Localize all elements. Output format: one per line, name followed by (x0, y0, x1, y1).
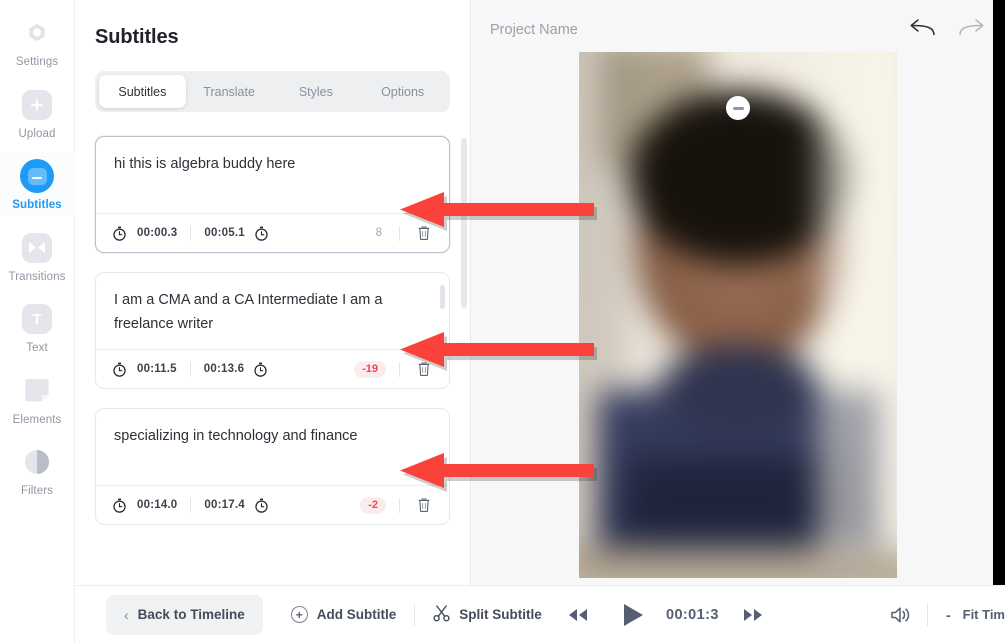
end-time-value[interactable]: 00:17.4 (204, 499, 244, 511)
sidebar-item-label: Settings (15, 56, 59, 68)
sidebar-item-filters[interactable]: Filters (0, 439, 75, 502)
subtitle-card-footer: 00:00.3 00:05.1 8 (96, 213, 449, 252)
end-time-clock-icon (254, 498, 269, 513)
sidebar-item-transitions[interactable]: Transitions (0, 225, 75, 288)
app-root: Settings Upload Subtitles Transitions T … (0, 0, 1005, 643)
add-subtitle-button[interactable]: + Add Subtitle (279, 595, 409, 635)
subtitle-text-input[interactable]: hi this is algebra buddy here (96, 137, 449, 213)
start-time-clock-icon (112, 226, 127, 241)
subtitle-list-scrollbar[interactable] (461, 138, 467, 586)
redo-arrow-icon[interactable] (957, 18, 987, 46)
chevron-left-icon: ‹ (124, 606, 129, 623)
sidebar-item-label: Filters (20, 485, 53, 497)
end-time-value[interactable]: 00:05.1 (204, 227, 244, 239)
subtitles-panel: Subtitles Subtitles Translate Styles Opt… (75, 0, 471, 643)
plus-circle-icon: + (290, 606, 308, 623)
divider (399, 497, 400, 513)
preview-area: Project Name (471, 0, 1005, 643)
filters-icon (20, 445, 54, 479)
drag-handle-icon[interactable] (726, 96, 750, 120)
sidebar-item-elements[interactable]: Elements (0, 368, 75, 431)
transport-controls: 00:01:3 (558, 595, 773, 635)
bottom-toolbar: ‹ Back to Timeline + Add Subtitle Split … (75, 585, 1005, 643)
divider (190, 497, 192, 513)
start-time-value[interactable]: 00:11.5 (137, 363, 177, 375)
fast-forward-icon[interactable] (733, 595, 773, 635)
text-icon: T (20, 302, 54, 336)
end-time-value[interactable]: 00:13.6 (204, 363, 244, 375)
right-edge-strip (993, 0, 1005, 585)
plus-square-icon (20, 88, 54, 122)
sidebar-item-subtitles[interactable]: Subtitles (0, 153, 75, 216)
tab-bar: Subtitles Translate Styles Options (95, 71, 450, 112)
scrollbar-thumb[interactable] (461, 138, 467, 308)
sidebar-item-text[interactable]: T Text (0, 296, 75, 359)
fit-timeline-label[interactable]: Fit Tim (963, 607, 1005, 622)
back-to-timeline-button[interactable]: ‹ Back to Timeline (106, 594, 263, 635)
sidebar-item-upload[interactable]: Upload (0, 82, 75, 145)
divider (190, 225, 192, 241)
char-count-badge: -2 (360, 496, 386, 514)
end-time-clock-icon (254, 226, 269, 241)
start-time-clock-icon (112, 362, 127, 377)
zoom-out-button[interactable]: - (934, 607, 963, 623)
sidebar-item-label: Transitions (8, 270, 66, 283)
page-title: Subtitles (95, 26, 179, 48)
char-count-badge: 8 (375, 227, 382, 239)
tab-options[interactable]: Options (359, 75, 446, 108)
play-icon (624, 603, 643, 626)
subtitle-card[interactable]: hi this is algebra buddy here 00:00.3 00… (95, 136, 450, 253)
elements-icon (20, 374, 54, 408)
video-stage (471, 52, 1005, 580)
trash-icon[interactable] (413, 358, 435, 380)
subtitle-text-input[interactable]: I am a CMA and a CA Intermediate I am a … (96, 273, 449, 349)
sidebar-item-label: Elements (12, 413, 62, 426)
trash-icon[interactable] (413, 494, 435, 516)
back-to-timeline-label: Back to Timeline (137, 607, 245, 622)
subtitle-card[interactable]: specializing in technology and finance 0… (95, 408, 450, 525)
sidebar-item-label: Subtitles (12, 199, 62, 211)
subtitle-card[interactable]: I am a CMA and a CA Intermediate I am a … (95, 272, 450, 389)
sidebar-item-label: Upload (18, 127, 56, 140)
subtitle-list[interactable]: hi this is algebra buddy here 00:00.3 00… (75, 112, 470, 643)
current-time-display: 00:01:3 (666, 606, 719, 623)
transitions-icon (20, 231, 54, 265)
play-button[interactable] (612, 595, 652, 635)
subtitles-icon (20, 159, 54, 193)
undo-arrow-icon[interactable] (907, 18, 937, 46)
split-subtitle-button[interactable]: Split Subtitle (421, 595, 554, 635)
subtitle-card-footer: 00:14.0 00:17.4 -2 (96, 485, 449, 524)
project-name-input[interactable]: Project Name (490, 22, 578, 38)
rewind-icon[interactable] (558, 595, 598, 635)
subtitle-text-input[interactable]: specializing in technology and finance (96, 409, 449, 485)
tab-styles[interactable]: Styles (273, 75, 360, 108)
sidebar-item-label: Text (26, 342, 48, 354)
subtitle-card-footer: 00:11.5 00:13.6 -19 (96, 349, 449, 388)
subtitle-text-value: I am a CMA and a CA Intermediate I am a … (114, 292, 383, 332)
blurred-portrait-video (579, 52, 897, 578)
volume-icon[interactable] (881, 595, 921, 635)
split-subtitle-label: Split Subtitle (459, 607, 542, 622)
start-time-clock-icon (112, 498, 127, 513)
start-time-value[interactable]: 00:14.0 (137, 499, 177, 511)
divider (189, 361, 191, 377)
scissors-icon (433, 604, 450, 625)
divider (399, 225, 400, 241)
start-time-value[interactable]: 00:00.3 (137, 227, 177, 239)
char-count-badge: -19 (354, 360, 386, 378)
preview-tools: - Fit Tim (881, 595, 1005, 635)
divider (926, 603, 928, 626)
tab-translate[interactable]: Translate (186, 75, 273, 108)
sidebar: Settings Upload Subtitles Transitions T … (0, 0, 75, 643)
end-time-clock-icon (253, 362, 268, 377)
video-preview[interactable] (579, 52, 897, 578)
tab-subtitles[interactable]: Subtitles (99, 75, 186, 108)
trash-icon[interactable] (413, 222, 435, 244)
divider (399, 361, 400, 377)
add-subtitle-label: Add Subtitle (316, 607, 397, 622)
divider (414, 603, 416, 626)
gear-icon (20, 16, 54, 50)
textarea-scrollbar[interactable] (440, 285, 445, 309)
sidebar-item-settings[interactable]: Settings (0, 10, 75, 73)
